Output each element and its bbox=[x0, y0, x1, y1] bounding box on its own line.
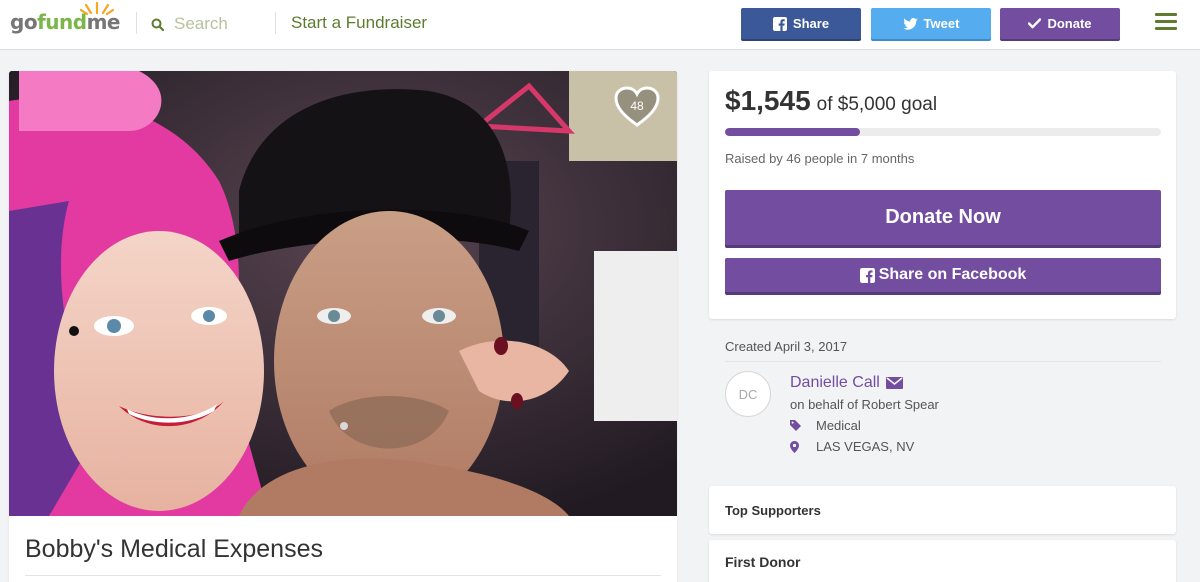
top-supporters-card: Top Supporters bbox=[709, 486, 1176, 534]
top-supporters-heading: Top Supporters bbox=[725, 503, 821, 518]
envelope-icon[interactable] bbox=[885, 377, 903, 389]
location-label: LAS VEGAS, NV bbox=[816, 439, 915, 454]
raised-amount: $1,545 bbox=[725, 85, 811, 116]
progress-fill bbox=[725, 128, 860, 136]
first-donor-heading: First Donor bbox=[725, 554, 801, 570]
created-date: Created April 3, 2017 bbox=[725, 339, 848, 354]
donate-label: Donate bbox=[1047, 16, 1092, 31]
first-donor-card: First Donor bbox=[709, 540, 1176, 582]
facebook-share-button[interactable]: Share bbox=[741, 8, 861, 39]
category-row[interactable]: Medical bbox=[790, 418, 861, 433]
on-behalf-text: on behalf of Robert Spear bbox=[790, 397, 939, 412]
tweet-button[interactable]: Tweet bbox=[871, 8, 991, 39]
logo-sun-icon bbox=[80, 1, 114, 15]
campaign-photo[interactable] bbox=[9, 71, 677, 516]
search-input[interactable]: Search bbox=[174, 14, 228, 34]
hamburger-menu-icon[interactable] bbox=[1155, 13, 1177, 31]
organizer-name: Danielle Call bbox=[790, 374, 880, 391]
tweet-label: Tweet bbox=[923, 16, 960, 31]
header-divider bbox=[136, 12, 137, 34]
raised-by-text: Raised by 46 people in 7 months bbox=[725, 151, 915, 166]
top-nav: gofundme Search Start a Fundraiser Share bbox=[0, 0, 1200, 50]
category-label: Medical bbox=[816, 418, 861, 433]
title-divider bbox=[25, 575, 661, 576]
facebook-icon bbox=[772, 16, 787, 31]
amount-raised: $1,545 of $5,000 goal bbox=[725, 85, 937, 117]
checkmark-icon bbox=[1028, 18, 1042, 29]
share-label: Share bbox=[792, 16, 830, 31]
campaign-card: 48 Bobby's Medical Expenses bbox=[9, 71, 677, 582]
share-facebook-label: Share on Facebook bbox=[878, 266, 1027, 283]
progress-bar bbox=[725, 128, 1161, 136]
facebook-icon bbox=[859, 267, 875, 283]
donate-now-button[interactable]: Donate Now bbox=[725, 190, 1161, 245]
avatar: DC bbox=[725, 371, 771, 417]
goal-text: of $5,000 goal bbox=[816, 94, 938, 115]
tag-icon bbox=[790, 420, 801, 431]
location-row: LAS VEGAS, NV bbox=[790, 439, 914, 454]
campaign-photo-illustration bbox=[9, 71, 677, 516]
search-box[interactable]: Search bbox=[151, 14, 228, 34]
donation-card: $1,545 of $5,000 goal Raised by 46 peopl… bbox=[709, 71, 1176, 319]
twitter-icon bbox=[902, 17, 918, 30]
header-donate-button[interactable]: Donate bbox=[1000, 8, 1120, 39]
header-divider bbox=[275, 12, 276, 34]
start-fundraiser-link[interactable]: Start a Fundraiser bbox=[291, 13, 427, 33]
share-on-facebook-button[interactable]: Share on Facebook bbox=[725, 258, 1161, 292]
campaign-title: Bobby's Medical Expenses bbox=[25, 535, 323, 563]
info-divider bbox=[725, 361, 1161, 362]
location-pin-icon bbox=[790, 440, 799, 453]
search-icon bbox=[151, 18, 164, 31]
heart-count: 48 bbox=[630, 99, 644, 113]
organizer-link[interactable]: Danielle Call bbox=[790, 374, 903, 392]
gofundme-logo[interactable]: gofundme bbox=[10, 1, 120, 34]
